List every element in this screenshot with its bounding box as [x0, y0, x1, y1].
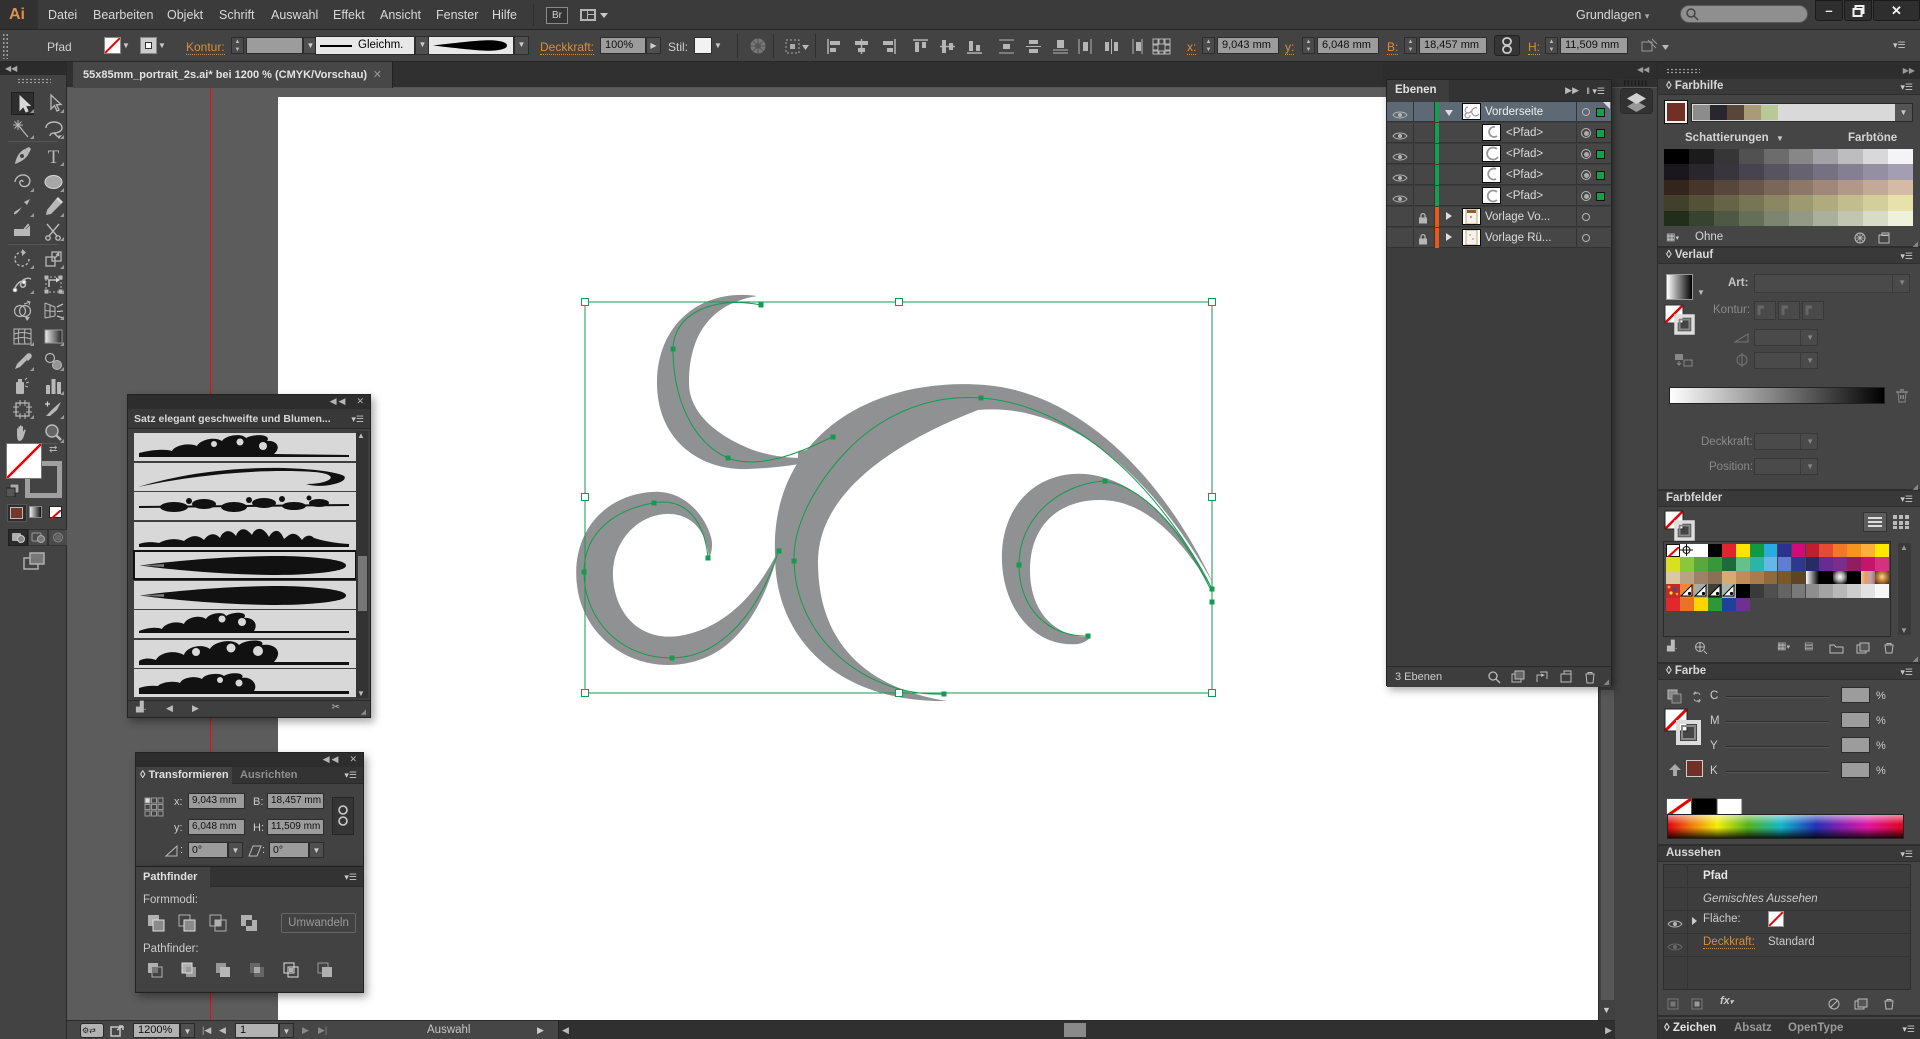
- svg-text:T: T: [48, 147, 60, 168]
